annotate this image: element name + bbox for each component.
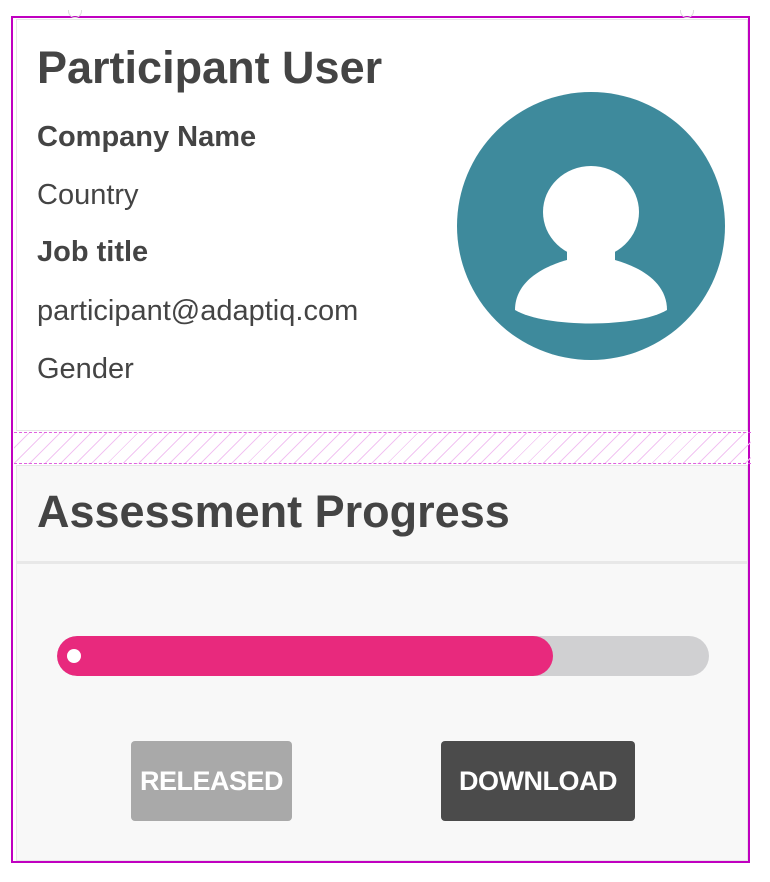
assessment-progress-card: Assessment Progress RELEASED DOWNLOAD bbox=[16, 465, 748, 861]
country: Country bbox=[37, 179, 139, 211]
resize-handle bbox=[680, 10, 694, 18]
progress-indicator-dot bbox=[67, 649, 81, 663]
released-button[interactable]: RELEASED bbox=[131, 741, 292, 821]
section-title: Assessment Progress bbox=[37, 486, 510, 537]
progress-fill bbox=[57, 636, 553, 676]
company-name: Company Name bbox=[37, 121, 257, 153]
job-title: Job title bbox=[37, 236, 149, 268]
user-avatar-icon bbox=[457, 92, 725, 360]
gender: Gender bbox=[37, 353, 134, 385]
participant-name: Participant User bbox=[37, 42, 383, 93]
layout-spacer bbox=[14, 432, 751, 464]
resize-handle bbox=[68, 10, 82, 18]
divider bbox=[17, 561, 747, 564]
download-button[interactable]: DOWNLOAD bbox=[441, 741, 635, 821]
email: participant@adaptiq.com bbox=[37, 295, 359, 327]
progress-bar bbox=[57, 636, 709, 676]
participant-profile-card: Participant User Company Name Country Jo… bbox=[16, 19, 748, 431]
